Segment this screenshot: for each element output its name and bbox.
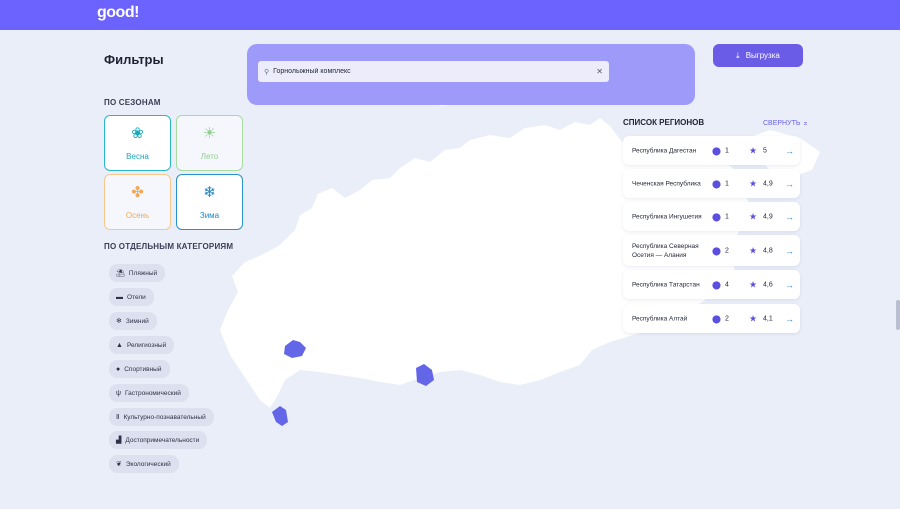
star-icon: ★ xyxy=(749,313,758,323)
region-rating: 4,9 xyxy=(763,180,773,187)
category-label: Спортивный xyxy=(124,365,162,373)
season-label: Зима xyxy=(199,210,220,220)
region-rating: 4,9 xyxy=(763,213,773,220)
star-icon: ★ xyxy=(749,178,758,188)
arrow-right-icon[interactable]: → xyxy=(785,212,794,222)
category-hotels-chip[interactable]: ▬ Отели xyxy=(109,288,154,306)
seasons-section-label: ПО СЕЗОНАМ xyxy=(104,98,161,107)
snowflake-icon: ❄ xyxy=(203,183,216,201)
location-pin-icon: ⬤ xyxy=(712,280,721,289)
category-label: Культурно-познавательный xyxy=(123,413,206,421)
arrow-right-icon[interactable]: → xyxy=(785,246,794,256)
logo[interactable]: good! xyxy=(97,4,139,22)
region-count: 1 xyxy=(725,213,729,220)
star-icon: ★ xyxy=(749,245,758,255)
region-rating: 4,1 xyxy=(763,315,773,322)
region-count: 1 xyxy=(725,147,729,154)
maple-leaf-icon: ✤ xyxy=(131,183,144,201)
category-beach-chip[interactable]: ⛱ Пляжный xyxy=(109,264,166,282)
arrow-right-icon[interactable]: → xyxy=(785,314,794,324)
location-pin-icon: ⬤ xyxy=(712,212,721,221)
collapse-link[interactable]: СВЕРНУТЬ ⌅ xyxy=(763,119,808,127)
search-box[interactable]: ⚲ ✕ xyxy=(258,61,609,82)
season-label: Весна xyxy=(126,151,149,161)
scrollbar[interactable] xyxy=(896,300,900,330)
regions-list-title: СПИСОК РЕГИОНОВ xyxy=(623,118,705,127)
region-card[interactable]: Республика Дагестан ⬤ 1 ★ 5 → xyxy=(623,136,800,165)
star-icon: ★ xyxy=(749,145,758,155)
category-label: Религиозный xyxy=(126,341,167,349)
flower-icon: ❀ xyxy=(131,124,144,142)
snowflake-icon: ❄ xyxy=(116,318,122,325)
region-caucasus xyxy=(272,406,288,426)
category-label: Экологический xyxy=(125,460,171,468)
star-icon: ★ xyxy=(749,211,758,221)
category-gastronomy-chip[interactable]: ψ Гастрономический xyxy=(109,384,189,402)
location-pin-icon: ⬤ xyxy=(712,246,721,255)
arrow-right-icon[interactable]: → xyxy=(785,179,794,189)
category-winter-chip[interactable]: ❄ Зимний xyxy=(109,312,157,330)
region-count: 2 xyxy=(725,315,729,322)
region-card[interactable]: Чеченская Республика ⬤ 1 ★ 4,9 → xyxy=(623,169,800,198)
season-label: Лето xyxy=(200,151,219,161)
column-icon: Ⅱ xyxy=(116,414,120,421)
season-autumn-card[interactable]: ✤ Осень xyxy=(104,174,171,230)
region-card[interactable]: Республика Северная Осетия — Алания ⬤ 2 … xyxy=(623,235,800,266)
sun-icon: ☀ xyxy=(202,124,217,142)
export-button[interactable]: ⤓ Выгрузка xyxy=(713,44,803,67)
beach-umbrella-icon: ⛱ xyxy=(116,270,125,277)
region-rating: 4,8 xyxy=(763,247,773,254)
close-icon[interactable]: ✕ xyxy=(596,67,603,76)
region-card[interactable]: Республика Татарстан ⬤ 4 ★ 4,6 → xyxy=(623,270,800,299)
categories-section-label: ПО ОТДЕЛЬНЫМ КАТЕГОРИЯМ xyxy=(104,242,234,251)
collapse-label: СВЕРНУТЬ xyxy=(763,120,801,127)
collapse-icon: ⌅ xyxy=(802,120,809,127)
season-spring-card[interactable]: ❀ Весна xyxy=(104,115,171,171)
season-summer-card[interactable]: ☀ Лето xyxy=(176,115,243,171)
arrow-right-icon[interactable]: → xyxy=(785,280,794,290)
category-label: Отели xyxy=(127,293,146,301)
region-count: 1 xyxy=(725,180,729,187)
region-count: 4 xyxy=(725,281,729,288)
region-name: Чеченская Республика xyxy=(632,180,701,187)
search-input[interactable] xyxy=(273,68,597,75)
region-name: Республика Северная Осетия — Алания xyxy=(632,242,699,259)
landmark-icon: ▟ xyxy=(116,437,122,444)
ball-icon: ● xyxy=(116,365,121,373)
fork-knife-icon: ψ xyxy=(116,389,121,397)
season-winter-card[interactable]: ❄ Зима xyxy=(176,174,243,230)
category-label: Зимний xyxy=(125,317,149,325)
region-name: Республика Ингушетия xyxy=(632,213,702,220)
region-name: Республика Алтай xyxy=(632,315,688,322)
region-card[interactable]: Республика Ингушетия ⬤ 1 ★ 4,9 → xyxy=(623,202,800,231)
filters-title: Фильтры xyxy=(104,52,164,67)
top-bar: good! xyxy=(0,0,900,30)
location-pin-icon: ⬤ xyxy=(712,146,721,155)
category-religious-chip[interactable]: ▲ Религиозный xyxy=(109,336,175,354)
region-name: Республика Дагестан xyxy=(632,147,697,154)
category-eco-chip[interactable]: ❦ Экологический xyxy=(109,455,179,473)
leaf-icon: ❦ xyxy=(116,461,122,468)
export-label: Выгрузка xyxy=(745,51,780,60)
arrow-right-icon[interactable]: → xyxy=(785,146,794,156)
category-label: Гастрономический xyxy=(125,389,181,397)
download-icon: ⤓ xyxy=(736,50,740,60)
category-label: Достопримечательности xyxy=(125,436,200,444)
season-label: Осень xyxy=(125,210,150,220)
category-landmarks-chip[interactable]: ▟ Достопримечательности xyxy=(109,431,208,449)
location-pin-icon: ⬤ xyxy=(712,179,721,188)
category-culture-chip[interactable]: Ⅱ Культурно-познавательный xyxy=(109,408,214,426)
church-icon: ▲ xyxy=(116,341,123,349)
region-count: 2 xyxy=(725,247,729,254)
search-icon: ⚲ xyxy=(264,68,270,76)
region-card[interactable]: Республика Алтай ⬤ 2 ★ 4,1 → xyxy=(623,304,800,333)
bed-icon: ▬ xyxy=(116,293,123,301)
star-icon: ★ xyxy=(749,279,758,289)
region-name: Республика Татарстан xyxy=(632,281,700,288)
region-rating: 4,6 xyxy=(763,281,773,288)
category-label: Пляжный xyxy=(128,269,158,277)
region-rating: 5 xyxy=(763,147,767,154)
category-sport-chip[interactable]: ● Спортивный xyxy=(109,360,170,378)
location-pin-icon: ⬤ xyxy=(712,314,721,323)
